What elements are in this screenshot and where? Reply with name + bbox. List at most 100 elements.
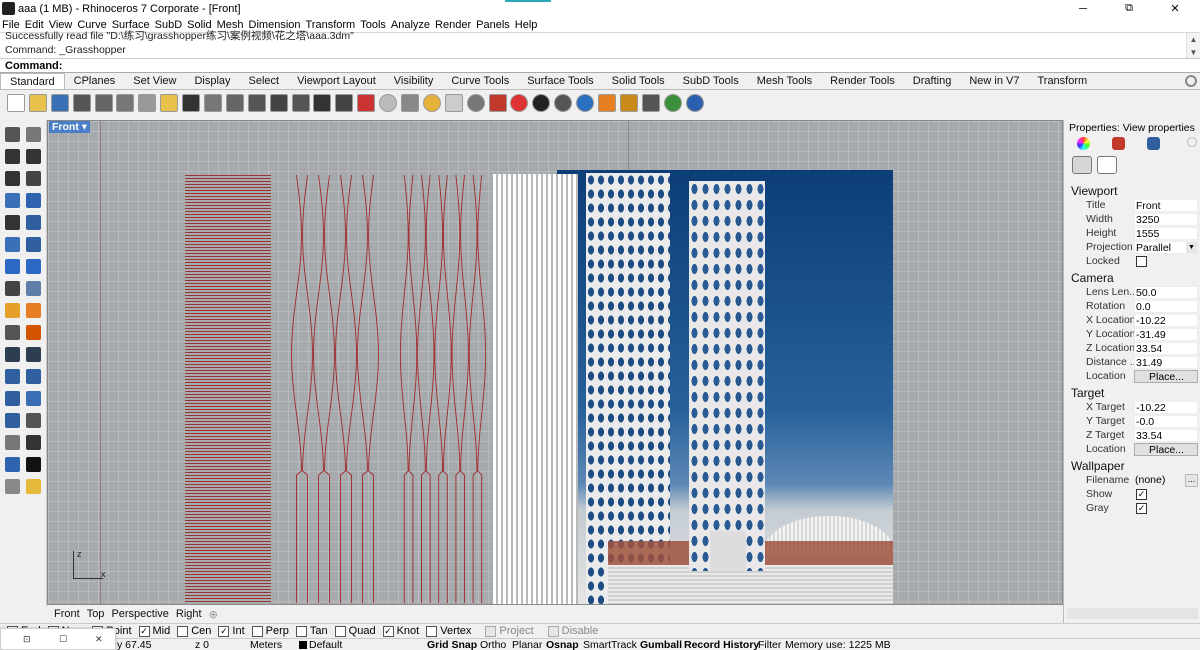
osnap-vertex[interactable]: Vertex: [426, 625, 471, 637]
osnap-project[interactable]: Project: [485, 625, 534, 637]
color-wheel-icon[interactable]: [1077, 137, 1090, 150]
prop-value-height[interactable]: 1555: [1134, 227, 1198, 240]
text-icon[interactable]: [5, 391, 20, 406]
help-icon[interactable]: [685, 94, 704, 112]
minimize-button[interactable]: ─: [1060, 0, 1106, 17]
menu-render[interactable]: Render: [435, 19, 471, 31]
group-icon[interactable]: [5, 369, 20, 384]
import-icon[interactable]: [94, 94, 113, 112]
tab-transform[interactable]: Transform: [1028, 73, 1096, 89]
grid-snap-toggle[interactable]: Grid Snap: [427, 639, 477, 650]
boolean-icon[interactable]: [26, 259, 41, 274]
osnap-perp[interactable]: Perp: [251, 625, 289, 637]
save-icon[interactable]: [50, 94, 69, 112]
ortho-toggle[interactable]: Ortho: [480, 639, 506, 650]
car-icon[interactable]: [357, 94, 376, 112]
zoom-window-icon[interactable]: [247, 94, 266, 112]
new-file-icon[interactable]: [7, 94, 25, 112]
facade-surface-model[interactable]: [493, 174, 578, 604]
chevron-down-icon[interactable]: ▼: [1186, 242, 1197, 253]
osnap-quad[interactable]: Quad: [334, 625, 376, 637]
flag-icon[interactable]: [598, 94, 617, 112]
check-icon[interactable]: [26, 457, 41, 472]
4-viewports-icon[interactable]: [335, 94, 354, 112]
print-icon[interactable]: [72, 94, 91, 112]
move-icon[interactable]: [26, 413, 41, 428]
tab-select[interactable]: Select: [240, 73, 289, 89]
close-button[interactable]: ✕: [1152, 0, 1198, 17]
viewport-title-tab[interactable]: Front ▾: [49, 121, 91, 133]
maximize-button[interactable]: ⧉: [1106, 0, 1152, 17]
move-icon[interactable]: [225, 94, 244, 112]
tab-new-in-v7[interactable]: New in V7: [960, 73, 1028, 89]
tab-subd-tools[interactable]: SubD Tools: [674, 73, 748, 89]
prop-value-z-target[interactable]: 33.54: [1134, 429, 1198, 442]
tab-visibility[interactable]: Visibility: [385, 73, 443, 89]
planar-toggle[interactable]: Planar: [512, 639, 542, 650]
floating-mini-window[interactable]: ⊡ ☐ ✕: [0, 628, 116, 650]
material-icon[interactable]: [5, 479, 20, 494]
osnap-checkbox[interactable]: [295, 625, 307, 637]
fillet-icon[interactable]: [5, 303, 20, 318]
sun-icon[interactable]: [422, 94, 441, 112]
cut-icon[interactable]: [116, 94, 135, 112]
split-icon[interactable]: [5, 325, 20, 340]
properties-scrollbar[interactable]: [1067, 608, 1198, 619]
surface-icon[interactable]: [5, 237, 20, 252]
tab-surface-tools[interactable]: Surface Tools: [518, 73, 602, 89]
tab-viewport-layout[interactable]: Viewport Layout: [288, 73, 385, 89]
polyline-icon[interactable]: [5, 149, 20, 164]
viewport-tab-front[interactable]: Front: [54, 608, 80, 620]
menu-tools[interactable]: Tools: [360, 19, 386, 31]
rotate-icon[interactable]: [5, 435, 20, 450]
point-icon[interactable]: [26, 127, 41, 142]
prop-value-width[interactable]: 3250: [1134, 213, 1198, 226]
sphere-icon[interactable]: [532, 94, 551, 112]
restore-icon[interactable]: ⊡: [23, 634, 31, 645]
osnap-checkbox[interactable]: [547, 625, 559, 637]
copy-icon[interactable]: [138, 94, 157, 112]
prop-value-y-location[interactable]: -31.49: [1134, 328, 1198, 341]
zoom-selected-icon[interactable]: [291, 94, 310, 112]
arc-icon[interactable]: [5, 193, 20, 208]
tab-set-view[interactable]: Set View: [124, 73, 185, 89]
paste-icon[interactable]: [160, 94, 179, 112]
prop-value-z-location[interactable]: 33.54: [1134, 342, 1198, 355]
osnap-tan[interactable]: Tan: [295, 625, 328, 637]
open-folder-icon[interactable]: [28, 94, 47, 112]
zoom-extents-icon[interactable]: [269, 94, 288, 112]
trim-icon[interactable]: [26, 325, 41, 340]
osnap-checkbox[interactable]: ✓: [382, 625, 394, 637]
menu-panels[interactable]: Panels: [476, 19, 510, 31]
view-frame-icon[interactable]: [1097, 156, 1117, 174]
tab-display[interactable]: Display: [185, 73, 239, 89]
osnap-checkbox[interactable]: ✓: [138, 625, 150, 637]
torus-icon[interactable]: [466, 94, 485, 112]
camera-icon[interactable]: [1072, 156, 1092, 174]
window-icon[interactable]: ☐: [59, 634, 67, 645]
solid-box-icon[interactable]: [5, 259, 20, 274]
horizontal-lines-model[interactable]: [185, 175, 271, 604]
spline-icon[interactable]: [26, 215, 41, 230]
osnap-checkbox[interactable]: [426, 625, 438, 637]
render-globe-icon[interactable]: [663, 94, 682, 112]
settings-gear-icon[interactable]: [1185, 75, 1197, 87]
osnap-cen[interactable]: Cen: [177, 625, 211, 637]
osnap-checkbox[interactable]: [177, 625, 189, 637]
shaded-sphere-icon[interactable]: [554, 94, 573, 112]
paint-icon[interactable]: [26, 479, 41, 494]
globe-icon[interactable]: [576, 94, 595, 112]
osnap-checkbox[interactable]: [485, 625, 497, 637]
command-line[interactable]: Command:: [0, 58, 1200, 73]
prop-value-projection[interactable]: Parallel ▼: [1134, 241, 1198, 254]
front-viewport[interactable]: Front ▾ z x: [47, 120, 1063, 605]
dimension-icon[interactable]: [26, 391, 41, 406]
viewport-tab-right[interactable]: Right: [176, 608, 202, 620]
tab-solid-tools[interactable]: Solid Tools: [603, 73, 674, 89]
tab-standard[interactable]: Standard: [0, 73, 65, 89]
explode-icon[interactable]: [26, 347, 41, 362]
place-button[interactable]: Place...: [1134, 370, 1198, 383]
rectangle-icon[interactable]: [26, 149, 41, 164]
prop-value-title[interactable]: Front: [1134, 199, 1198, 212]
circle-icon[interactable]: [26, 171, 41, 186]
